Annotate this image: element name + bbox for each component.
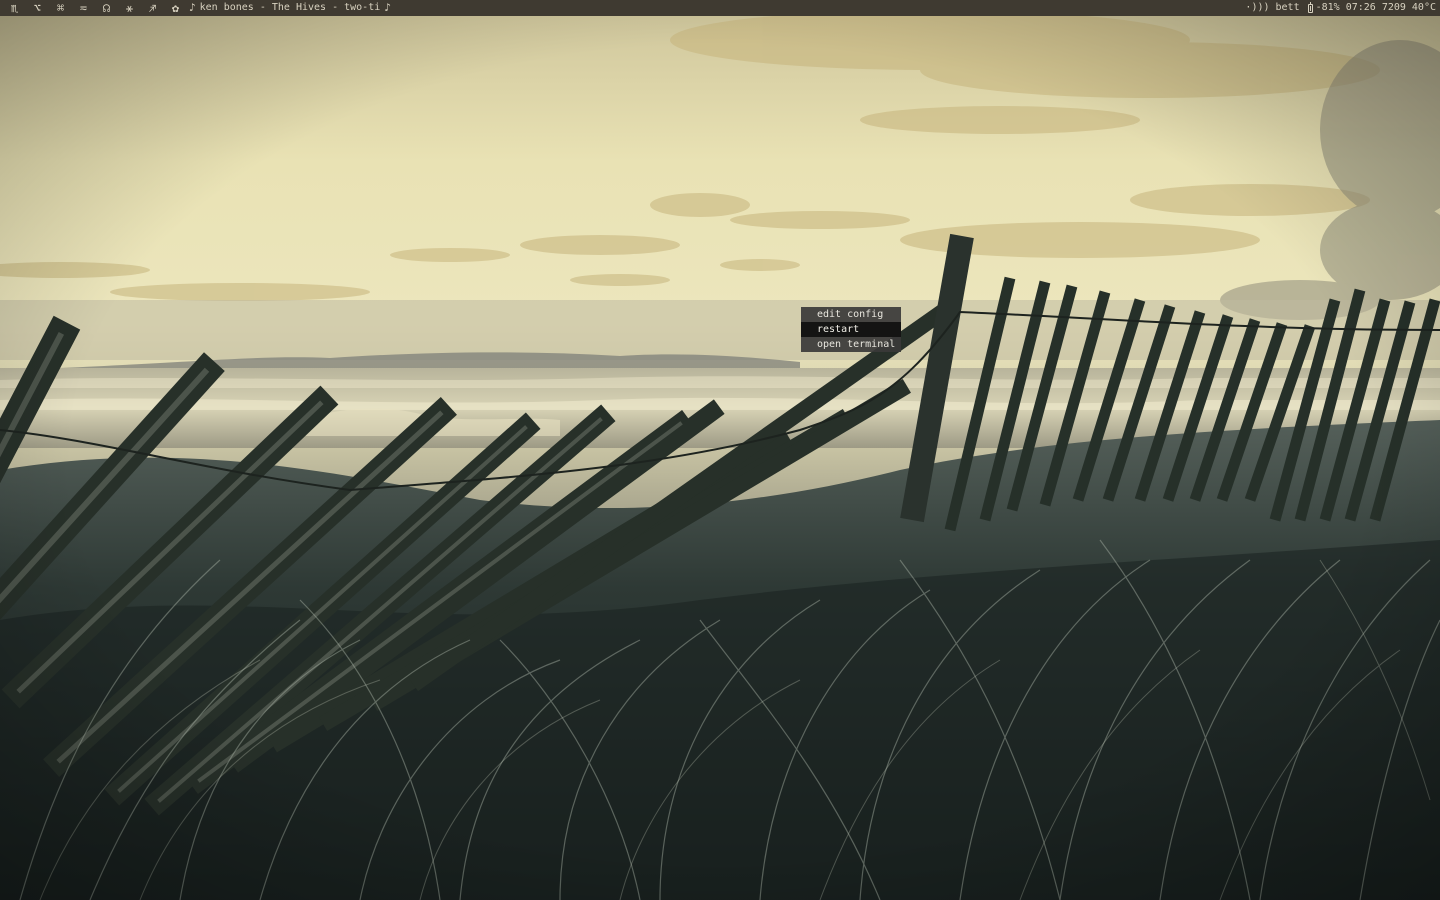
battery-percentage: -81% <box>1315 2 1340 13</box>
music-note-end-icon: ♪ <box>384 1 391 14</box>
now-playing-text: ken bones - The Hives - two-ti <box>199 2 381 13</box>
desktop-context-menu: edit config restart open terminal <box>801 307 901 352</box>
workspace-5-headphones-icon[interactable]: ☊ <box>95 0 118 16</box>
cpu-temperature: 40°C <box>1411 2 1436 13</box>
workspace-8-flower-icon[interactable]: ✿ <box>164 0 187 16</box>
menu-item-restart[interactable]: restart <box>801 322 901 337</box>
workspace-6-sextile-icon[interactable]: ⚹ <box>118 0 141 16</box>
menu-item-open-terminal[interactable]: open terminal <box>801 337 901 352</box>
volume-icon[interactable]: ·))) <box>1245 0 1269 16</box>
workspace-7-sagittarius-icon[interactable]: ♐ <box>141 0 164 16</box>
memory-usage: 7209 <box>1381 2 1406 13</box>
workspace-2-option-key-icon[interactable]: ⌥ <box>26 0 49 16</box>
workspace-1-scorpio-icon[interactable]: ♏ <box>3 0 26 16</box>
battery-icon <box>1307 1 1313 13</box>
clock-time: 07:26 <box>1345 2 1376 13</box>
user-label: bett <box>1275 2 1300 13</box>
wallpaper-image <box>0 0 1440 900</box>
bar-left-section: ♏ ⌥ ⌘ ≂ ☊ ⚹ ♐ ✿ ♪ ken bones - The Hives … <box>3 0 391 16</box>
menu-item-edit-config[interactable]: edit config <box>801 307 901 322</box>
music-note-icon: ♪ <box>189 1 196 14</box>
desktop: ♏ ⌥ ⌘ ≂ ☊ ⚹ ♐ ✿ ♪ ken bones - The Hives … <box>0 0 1440 900</box>
top-status-bar: ♏ ⌥ ⌘ ≂ ☊ ⚹ ♐ ✿ ♪ ken bones - The Hives … <box>0 0 1440 16</box>
bar-right-section: ·))) bett -81% 07:26 7209 40°C <box>1239 0 1436 16</box>
workspace-4-wave-icon[interactable]: ≂ <box>72 0 95 16</box>
workspace-3-command-key-icon[interactable]: ⌘ <box>49 0 72 16</box>
